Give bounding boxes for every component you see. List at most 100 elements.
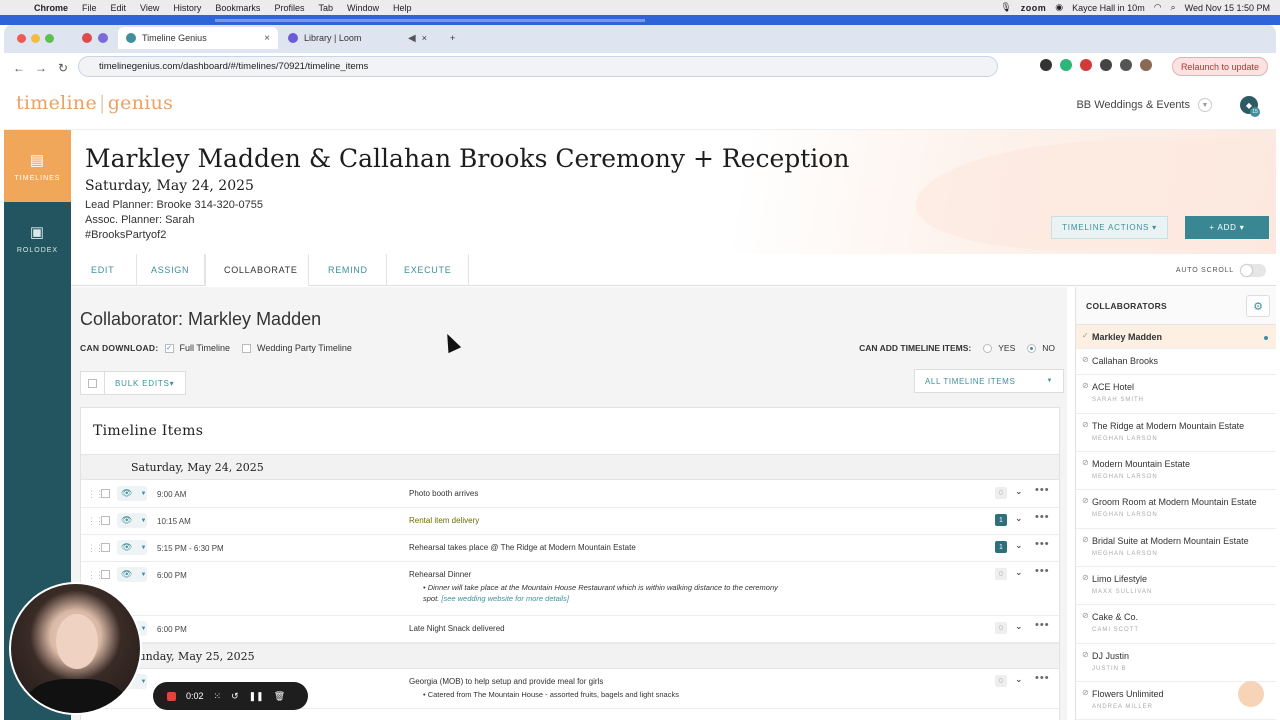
collaborator-item[interactable]: ⊘ Cake & Co. CAMI SCOTT [1076, 605, 1276, 644]
bulk-edits-button[interactable]: BULK EDITS▾ [105, 372, 185, 394]
forward-icon[interactable]: → [30, 61, 52, 75]
comment-count[interactable]: 1 [995, 514, 1007, 526]
clock[interactable]: Wed Nov 15 1:50 PM [1185, 3, 1270, 13]
minimize-window-icon[interactable] [31, 34, 40, 43]
mute-tab-icon[interactable]: ◀ [408, 33, 416, 44]
address-bar[interactable]: timelinegenius.com/dashboard/#/timelines… [78, 56, 998, 77]
collaborator-item[interactable]: ⊘ DJ Justin JUSTIN B [1076, 644, 1276, 682]
visibility-toggle[interactable]: 👁▼ [117, 486, 147, 501]
website-link[interactable]: [see wedding website for more details] [441, 594, 569, 603]
pause-icon[interactable]: ❚❚ [249, 691, 264, 702]
more-options-icon[interactable]: ••• [1035, 511, 1050, 523]
extension-icon[interactable] [1060, 59, 1072, 71]
collaborator-item[interactable]: ⊘ Groom Room at Modern Mountain Estate M… [1076, 490, 1276, 529]
reload-icon[interactable]: ↻ [52, 61, 74, 75]
timeline-row[interactable]: ⋮⋮ 👁 ▼ 10:15 AM Rental item delivery 1 ⌄ … [81, 508, 1059, 535]
tab-loom[interactable]: Library | Loom ◀ × [280, 27, 435, 49]
stop-recording-icon[interactable] [167, 691, 176, 701]
timeline-actions-button[interactable]: TIMELINE ACTIONS ▾ [1051, 216, 1168, 239]
more-options-icon[interactable]: ••• [1035, 484, 1050, 496]
menu-profiles[interactable]: Profiles [274, 3, 304, 13]
pinned-tabs[interactable] [74, 27, 116, 49]
menu-view[interactable]: View [140, 3, 159, 13]
add-button[interactable]: + ADD ▾ [1185, 216, 1269, 239]
expand-chevron-icon[interactable]: ⌄ [1015, 513, 1023, 524]
close-tab-icon[interactable]: × [264, 33, 270, 44]
tab-remind[interactable]: REMIND [309, 254, 387, 286]
back-icon[interactable]: ← [8, 61, 30, 75]
grid-icon[interactable]: ⁙ [214, 691, 222, 702]
timeline-row[interactable]: ⋮⋮ 👁▼ 6:00 PM Late Night Snack delivered… [81, 616, 1059, 643]
comment-count[interactable]: 0 [995, 622, 1007, 634]
timeline-row[interactable]: ⋮⋮ 👁 ▼ 9:00 AM Photo booth arrives 0 ⌄ ••… [81, 481, 1059, 508]
tab-timeline-genius[interactable]: Timeline Genius × [118, 27, 278, 49]
chat-support-icon[interactable] [1238, 681, 1264, 707]
new-tab-button[interactable]: + [442, 27, 463, 49]
wedding-party-checkbox[interactable] [242, 343, 252, 353]
collaborator-item[interactable]: ⊘ ACE Hotel SARAH SMITH [1076, 375, 1276, 414]
visibility-toggle[interactable]: 👁▼ [117, 567, 147, 582]
gear-icon[interactable]: ⚙ [1246, 295, 1270, 317]
expand-chevron-icon[interactable]: ⌄ [1015, 486, 1023, 497]
more-options-icon[interactable]: ••• [1035, 619, 1050, 631]
timeline-filter-select[interactable]: ALL TIMELINE ITEMS ▼ [914, 369, 1064, 393]
comment-count[interactable]: 0 [995, 568, 1007, 580]
comment-count[interactable]: 0 [995, 675, 1007, 687]
collaborator-item[interactable]: ⊘ The Ridge at Modern Mountain Estate ME… [1076, 414, 1276, 452]
collaborator-item[interactable]: ⊘ Bridal Suite at Modern Mountain Estate… [1076, 529, 1276, 567]
collaborator-item[interactable]: ⊘ Modern Mountain Estate MEGHAN LARSON [1076, 452, 1276, 490]
close-tab-icon[interactable]: × [422, 33, 427, 43]
toggle-switch[interactable] [1240, 264, 1266, 277]
row-checkbox[interactable] [101, 543, 110, 552]
zoom-label[interactable]: zoom [1021, 3, 1047, 13]
tab-edit[interactable]: EDIT [71, 254, 137, 286]
expand-chevron-icon[interactable]: ⌄ [1015, 621, 1023, 632]
sidebar-item-timelines[interactable]: ▤ TIMELINES [4, 130, 71, 202]
pinterest-icon[interactable] [1080, 59, 1092, 71]
tab-execute[interactable]: EXECUTE [387, 254, 469, 286]
collaborator-item[interactable]: ⊘ Limo Lifestyle MAXX SULLIVAN [1076, 567, 1276, 605]
search-icon[interactable]: ⌕ [1171, 2, 1176, 13]
expand-chevron-icon[interactable]: ⌄ [1015, 540, 1023, 551]
trash-icon[interactable]: 🗑 [274, 691, 285, 702]
timeline-genius-logo[interactable]: timeline | genius [16, 92, 173, 114]
row-checkbox[interactable] [101, 489, 110, 498]
mic-icon[interactable]: 🎙 [1000, 2, 1011, 13]
auto-scroll-toggle[interactable]: AUTO SCROLL [1176, 264, 1266, 277]
tab-assign[interactable]: ASSIGN [137, 254, 205, 286]
wifi-icon[interactable]: ◠ [1154, 2, 1162, 13]
company-switcher[interactable]: BB Weddings & Events ▼ [1076, 98, 1212, 112]
menu-tab[interactable]: Tab [318, 3, 333, 13]
menu-window[interactable]: Window [347, 3, 379, 13]
select-all-checkbox[interactable] [81, 372, 105, 394]
more-options-icon[interactable]: ••• [1035, 565, 1050, 577]
expand-chevron-icon[interactable]: ⌄ [1015, 567, 1023, 578]
extension-icon[interactable] [1040, 59, 1052, 71]
more-options-icon[interactable]: ••• [1035, 672, 1050, 684]
pinned-tab-icon[interactable] [98, 33, 108, 43]
relaunch-button[interactable]: Relaunch to update [1171, 57, 1268, 76]
row-checkbox[interactable] [101, 570, 110, 579]
more-options-icon[interactable]: ••• [1035, 538, 1050, 550]
full-timeline-checkbox[interactable]: ✓ [164, 343, 174, 353]
visibility-toggle[interactable]: 👁▼ [117, 513, 147, 528]
no-radio[interactable] [1027, 343, 1037, 353]
restart-icon[interactable]: ↺ [231, 691, 239, 702]
visibility-toggle[interactable]: 👁▼ [117, 540, 147, 555]
sidebar-item-rolodex[interactable]: ▣ ROLODEX [4, 202, 71, 274]
tab-collaborate[interactable]: COLLABORATE [205, 254, 309, 286]
webcam-bubble[interactable] [9, 582, 142, 715]
menu-edit[interactable]: Edit [111, 3, 127, 13]
meeting-reminder[interactable]: Kayce Hall in 10m [1072, 3, 1145, 13]
comment-count[interactable]: 0 [995, 487, 1007, 499]
sidepanel-icon[interactable] [1120, 59, 1132, 71]
menu-history[interactable]: History [173, 3, 201, 13]
profile-avatar[interactable] [1140, 59, 1152, 71]
collaborator-item[interactable]: ⊘ Callahan Brooks [1076, 349, 1276, 375]
timeline-row[interactable]: ⋮⋮ 👁 ▼ 5:15 PM - 6:30 PM Rehearsal takes … [81, 535, 1059, 562]
collaborator-item[interactable]: ✓ Markley Madden [1076, 325, 1276, 349]
menu-help[interactable]: Help [393, 3, 412, 13]
menu-file[interactable]: File [82, 3, 97, 13]
expand-chevron-icon[interactable]: ⌄ [1015, 674, 1023, 685]
menu-bookmarks[interactable]: Bookmarks [215, 3, 260, 13]
